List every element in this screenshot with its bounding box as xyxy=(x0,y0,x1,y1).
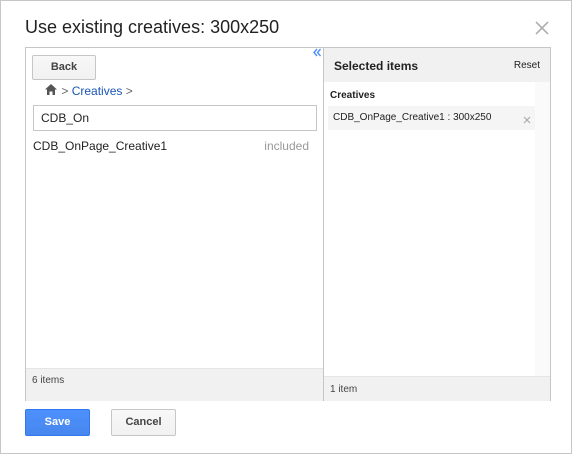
back-button[interactable]: Back xyxy=(32,55,96,80)
selected-footer: 1 item xyxy=(324,376,550,401)
breadcrumb-separator: > xyxy=(61,84,69,98)
selected-header: Selected items Reset xyxy=(324,48,550,82)
breadcrumb-separator: > xyxy=(125,84,133,98)
list-item[interactable]: CDB_OnPage_Creative1 included xyxy=(26,137,313,155)
double-chevron-left-icon[interactable] xyxy=(313,48,323,60)
browser-panel: Back > Creatives > CDB_OnPage_Creative1 … xyxy=(26,48,324,401)
selected-items-heading: Selected items xyxy=(334,59,419,73)
selected-group-label: Creatives xyxy=(330,90,376,101)
cancel-button[interactable]: Cancel xyxy=(111,409,176,436)
search-input[interactable] xyxy=(33,105,317,131)
dialog: Use existing creatives: 300x250 Back > C xyxy=(0,0,572,454)
list-item-name: CDB_OnPage_Creative1 xyxy=(33,139,168,153)
picker-panels: Back > Creatives > CDB_OnPage_Creative1 … xyxy=(25,47,551,401)
scrollbar[interactable] xyxy=(535,82,550,376)
save-button[interactable]: Save xyxy=(25,409,90,436)
browser-footer: 6 items xyxy=(26,368,323,401)
home-icon[interactable] xyxy=(44,83,58,96)
close-icon[interactable] xyxy=(533,19,551,37)
reset-link[interactable]: Reset xyxy=(514,60,540,71)
selected-item-name: CDB_OnPage_Creative1 : 300x250 xyxy=(333,112,492,123)
item-count: 6 items xyxy=(32,375,65,386)
selected-panel: Selected items Reset Creatives CDB_OnPag… xyxy=(324,48,550,401)
breadcrumb: > Creatives > xyxy=(44,83,133,99)
dialog-title: Use existing creatives: 300x250 xyxy=(25,17,280,37)
list-item-status: included xyxy=(264,139,309,153)
remove-icon[interactable] xyxy=(522,112,532,124)
breadcrumb-link-creatives[interactable]: Creatives xyxy=(72,84,123,98)
selected-count: 1 item xyxy=(330,384,358,395)
selected-item: CDB_OnPage_Creative1 : 300x250 xyxy=(328,106,535,130)
